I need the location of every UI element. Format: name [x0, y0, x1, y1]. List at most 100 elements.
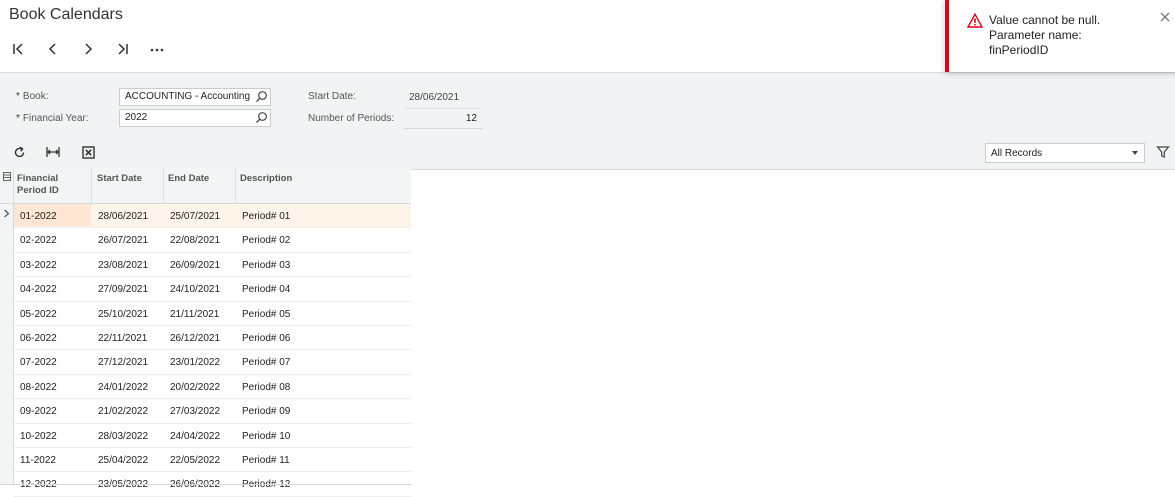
first-page-icon — [13, 43, 23, 55]
table-row[interactable]: 06-2022 22/11/2021 26/12/2021 Period# 06 — [14, 326, 411, 351]
first-record-button[interactable] — [8, 40, 28, 58]
table-row[interactable]: 01-2022 28/06/2021 25/07/2021 Period# 01 — [14, 204, 411, 229]
cell-end-date[interactable]: 22/05/2022 — [170, 455, 220, 466]
cell-financial-period-id[interactable]: 02-2022 — [20, 235, 57, 246]
cell-financial-period-id[interactable]: 04-2022 — [20, 284, 57, 295]
cell-end-date[interactable]: 27/03/2022 — [170, 406, 220, 417]
close-icon[interactable] — [1159, 11, 1171, 23]
cell-end-date[interactable]: 24/10/2021 — [170, 284, 220, 295]
export-to-excel-button[interactable] — [80, 144, 96, 160]
number-of-periods-field: 12 — [404, 108, 482, 129]
cell-description[interactable]: Period# 05 — [242, 309, 290, 320]
column-header-description[interactable]: Description — [240, 173, 292, 185]
cell-financial-period-id[interactable]: 03-2022 — [20, 260, 57, 271]
last-record-button[interactable] — [113, 40, 133, 58]
page-title: Book Calendars — [9, 6, 123, 23]
cell-start-date[interactable]: 26/07/2021 — [98, 235, 148, 246]
table-row[interactable]: 03-2022 23/08/2021 26/09/2021 Period# 03 — [14, 253, 411, 278]
column-header-financial-period-id[interactable]: Financial Period ID — [17, 173, 59, 197]
cell-end-date[interactable]: 24/04/2022 — [170, 431, 220, 442]
required-mark: * — [16, 113, 20, 124]
cell-start-date[interactable]: 28/06/2021 — [98, 211, 148, 222]
cell-financial-period-id[interactable]: 01-2022 — [20, 211, 57, 222]
export-excel-icon — [81, 145, 95, 159]
last-page-icon — [118, 43, 128, 55]
number-of-periods-value: 12 — [465, 113, 477, 124]
cell-end-date[interactable]: 26/09/2021 — [170, 260, 220, 271]
refresh-button[interactable] — [11, 144, 27, 160]
records-filter-select[interactable]: All Records — [985, 143, 1145, 163]
cell-start-date[interactable]: 24/01/2022 — [98, 382, 148, 393]
cell-end-date[interactable]: 23/01/2022 — [170, 357, 220, 368]
cell-financial-period-id[interactable]: 08-2022 — [20, 382, 57, 393]
financial-year-value: 2022 — [125, 112, 148, 123]
current-row-indicator-icon — [4, 209, 10, 218]
fit-columns-icon — [46, 147, 60, 157]
fit-to-screen-button[interactable] — [45, 144, 61, 160]
cell-description[interactable]: Period# 10 — [242, 431, 290, 442]
cell-start-date[interactable]: 21/02/2022 — [98, 406, 148, 417]
table-row[interactable]: 09-2022 21/02/2022 27/03/2022 Period# 09 — [14, 399, 411, 424]
cell-description[interactable]: Period# 06 — [242, 333, 290, 344]
book-label: * Book: — [16, 91, 49, 102]
cell-financial-period-id[interactable]: 10-2022 — [20, 431, 57, 442]
search-icon[interactable] — [255, 90, 268, 103]
table-row[interactable]: 08-2022 24/01/2022 20/02/2022 Period# 08 — [14, 375, 411, 400]
cell-financial-period-id[interactable]: 05-2022 — [20, 309, 57, 320]
refresh-icon — [14, 146, 24, 157]
cell-description[interactable]: Period# 07 — [242, 357, 290, 368]
cell-end-date[interactable]: 26/12/2021 — [170, 333, 220, 344]
table-row[interactable]: 02-2022 26/07/2021 22/08/2021 Period# 02 — [14, 228, 411, 253]
table-row[interactable]: 05-2022 25/10/2021 21/11/2021 Period# 05 — [14, 302, 411, 326]
cell-description[interactable]: Period# 01 — [242, 211, 290, 222]
grid-header: Financial Period ID Start Date End Date D… — [0, 168, 411, 204]
table-row[interactable]: 10-2022 28/03/2022 24/04/2022 Period# 10 — [14, 424, 411, 448]
cell-financial-period-id[interactable]: 11-2022 — [20, 455, 56, 466]
cell-financial-period-id[interactable]: 06-2022 — [20, 333, 57, 344]
start-date-value: 28/06/2021 — [409, 92, 460, 103]
cell-description[interactable]: Period# 02 — [242, 235, 290, 246]
error-notification: Value cannot be null. Parameter name: fi… — [945, 0, 1175, 72]
financial-periods-grid: Financial Period ID Start Date End Date D… — [0, 168, 411, 497]
column-header-end-date[interactable]: End Date — [168, 173, 209, 185]
book-selector[interactable]: ACCOUNTING - Accounting — [119, 88, 271, 106]
cell-description[interactable]: Period# 09 — [242, 406, 290, 417]
cell-start-date[interactable]: 27/12/2021 — [98, 357, 148, 368]
cell-end-date[interactable]: 21/11/2021 — [170, 309, 219, 320]
cell-description[interactable]: Period# 04 — [242, 284, 290, 295]
cell-financial-period-id[interactable]: 09-2022 — [20, 406, 57, 417]
cell-start-date[interactable]: 27/09/2021 — [98, 284, 148, 295]
cell-end-date[interactable]: 25/07/2021 — [170, 211, 220, 222]
cell-end-date[interactable]: 22/08/2021 — [170, 235, 220, 246]
start-date-label: Start Date: — [308, 91, 356, 102]
table-row[interactable]: 04-2022 27/09/2021 24/10/2021 Period# 04 — [14, 277, 411, 302]
book-value: ACCOUNTING - Accounting — [125, 91, 251, 102]
error-message: Value cannot be null. Parameter name: fi… — [989, 13, 1101, 57]
column-config-icon[interactable] — [3, 172, 11, 181]
cell-start-date[interactable]: 28/03/2022 — [98, 431, 148, 442]
table-row[interactable]: 07-2022 27/12/2021 23/01/2022 Period# 07 — [14, 350, 411, 375]
cell-description[interactable]: Period# 03 — [242, 260, 290, 271]
row-selector-column — [0, 204, 14, 485]
cell-start-date[interactable]: 25/10/2021 — [98, 309, 148, 320]
cell-start-date[interactable]: 25/04/2022 — [98, 455, 148, 466]
cell-start-date[interactable]: 22/11/2021 — [98, 333, 147, 344]
table-row[interactable]: 11-2022 25/04/2022 22/05/2022 Period# 11 — [14, 448, 411, 473]
number-of-periods-label: Number of Periods: — [308, 113, 395, 124]
chevron-down-icon — [1132, 151, 1138, 155]
cell-end-date[interactable]: 20/02/2022 — [170, 382, 220, 393]
required-mark: * — [16, 91, 20, 102]
column-header-start-date[interactable]: Start Date — [97, 173, 142, 185]
previous-record-button[interactable] — [43, 40, 63, 58]
more-actions-button[interactable] — [147, 40, 167, 58]
financial-year-selector[interactable]: 2022 — [119, 109, 271, 127]
more-icon — [150, 48, 164, 52]
funnel-icon[interactable] — [1156, 145, 1170, 159]
next-icon — [85, 43, 93, 55]
search-icon[interactable] — [255, 111, 268, 124]
next-record-button[interactable] — [78, 40, 98, 58]
cell-start-date[interactable]: 23/08/2021 — [98, 260, 148, 271]
cell-description[interactable]: Period# 08 — [242, 382, 290, 393]
cell-financial-period-id[interactable]: 07-2022 — [20, 357, 57, 368]
cell-description[interactable]: Period# 11 — [242, 455, 290, 466]
